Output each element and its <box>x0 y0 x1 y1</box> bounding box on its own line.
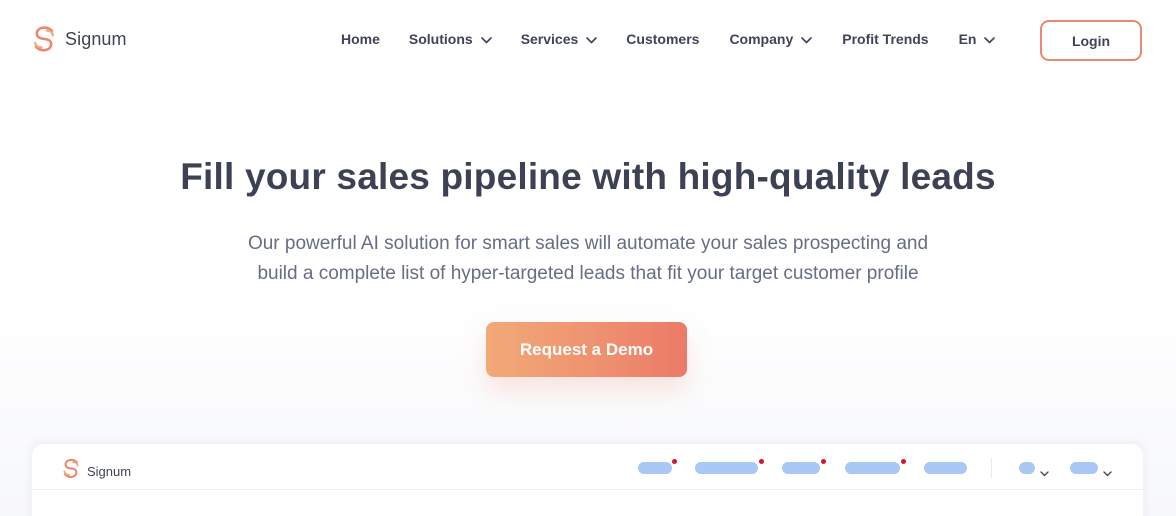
preview-nav-placeholder <box>782 462 820 474</box>
notification-dot <box>821 459 826 464</box>
chevron-down-icon <box>1103 464 1112 482</box>
site-header: Signum Home Solutions Services Customers… <box>0 0 1176 80</box>
nav-item-label: Customers <box>626 31 700 47</box>
signum-logo-icon <box>62 458 80 484</box>
signum-logo-icon <box>32 25 56 53</box>
nav-item-label: Company <box>729 31 794 47</box>
nav-item-label: Solutions <box>408 31 473 47</box>
preview-avatar-placeholder <box>1019 462 1035 474</box>
brand-name: Signum <box>65 28 127 49</box>
nav-item-profit-trends[interactable]: Profit Trends <box>842 31 928 47</box>
nav-item-customers[interactable]: Customers <box>626 31 699 47</box>
chevron-down-icon <box>1040 464 1049 482</box>
nav-item-company[interactable]: Company <box>729 31 813 47</box>
hero-subtitle-line-2: build a complete list of hyper-targeted … <box>257 263 919 284</box>
chevron-down-icon <box>984 31 996 47</box>
preview-nav-placeholder <box>638 462 672 474</box>
language-selector[interactable]: En <box>959 31 996 47</box>
nav-item-label: Profit Trends <box>842 31 929 47</box>
preview-brand-name: Signum <box>87 463 132 479</box>
preview-nav-placeholder <box>924 462 967 474</box>
language-label: En <box>958 31 977 47</box>
hero-subtitle-line-1: Our powerful AI solution for smart sales… <box>247 233 929 254</box>
nav-item-label: Home <box>341 31 380 47</box>
main-nav: Home Solutions Services Customers Compan… <box>341 30 996 48</box>
chevron-down-icon <box>801 31 813 47</box>
preview-brand-logo: Signum <box>62 458 131 484</box>
notification-dot <box>901 459 906 464</box>
hero-subtitle: Our powerful AI solution for smart sales… <box>188 229 988 289</box>
chevron-down-icon <box>480 31 492 47</box>
brand-logo[interactable]: Signum <box>32 25 127 53</box>
nav-item-label: Services <box>520 31 579 47</box>
request-demo-button[interactable]: Request a Demo <box>486 322 687 377</box>
notification-dot <box>759 459 764 464</box>
preview-nav-placeholder <box>695 462 758 474</box>
preview-divider <box>991 458 992 478</box>
login-button[interactable]: Login <box>1040 20 1142 61</box>
nav-item-services[interactable]: Services <box>521 31 598 47</box>
app-preview: Signum <box>32 444 1143 516</box>
notification-dot <box>672 459 677 464</box>
preview-header: Signum <box>32 444 1143 490</box>
preview-menu-placeholder <box>1070 462 1098 474</box>
chevron-down-icon <box>586 31 598 47</box>
nav-item-home[interactable]: Home <box>341 31 380 47</box>
nav-item-solutions[interactable]: Solutions <box>409 31 492 47</box>
hero-title: Fill your sales pipeline with high-quali… <box>180 156 996 197</box>
preview-nav-placeholder <box>845 462 900 474</box>
